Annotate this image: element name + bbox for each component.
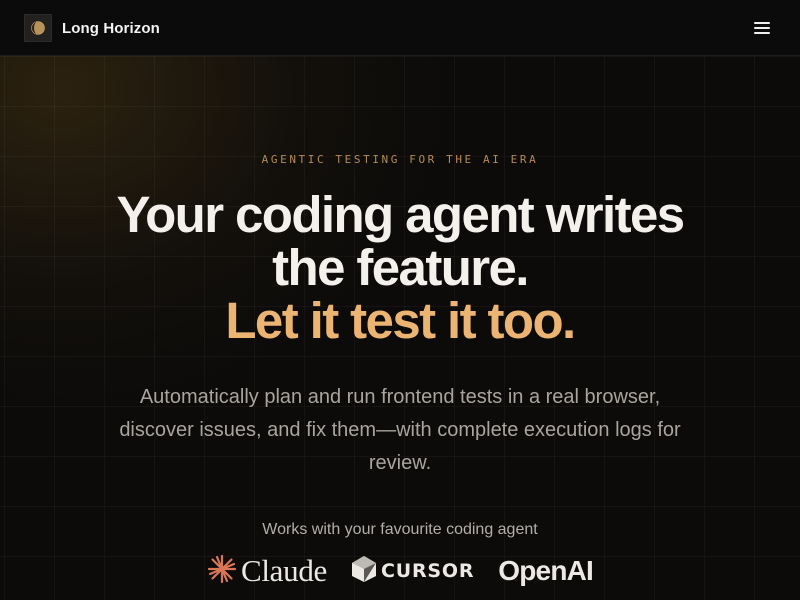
- hero-eyebrow: AGENTIC TESTING FOR THE AI ERA: [261, 153, 539, 166]
- cursor-logo: CURSOR: [351, 555, 474, 588]
- brand-name: Long Horizon: [62, 19, 160, 37]
- partner-logos: Claude CURSOR OpenAI: [0, 551, 800, 591]
- headline-line-2: the feature.: [272, 239, 529, 296]
- hamburger-menu-icon[interactable]: [752, 18, 772, 38]
- openai-logo: OpenAI: [498, 555, 594, 587]
- hero-subtitle: Automatically plan and run frontend test…: [119, 386, 681, 474]
- cursor-cube-icon: [351, 555, 377, 588]
- headline-accent-line: Let it test it too.: [225, 292, 576, 349]
- works-with-label: Works with your favourite coding agent: [262, 521, 538, 538]
- claude-wordmark: Claude: [240, 553, 327, 588]
- claude-logo: Claude: [207, 553, 327, 589]
- half-moon-logo-icon: [24, 14, 52, 42]
- cursor-wordmark: CURSOR: [380, 560, 475, 582]
- brand-home-link[interactable]: Long Horizon: [24, 14, 160, 42]
- openai-wordmark: OpenAI: [498, 555, 594, 586]
- claude-starburst-icon: [207, 554, 237, 589]
- hero-headline: Your coding agent writes the feature. Le…: [0, 188, 800, 347]
- hero-section: AGENTIC TESTING FOR THE AI ERA Your codi…: [0, 56, 800, 591]
- top-nav-bar: Long Horizon: [0, 0, 800, 56]
- landing-page: Long Horizon AGENTIC TESTING FOR THE AI …: [0, 0, 800, 600]
- headline-line-1: Your coding agent writes: [116, 186, 685, 243]
